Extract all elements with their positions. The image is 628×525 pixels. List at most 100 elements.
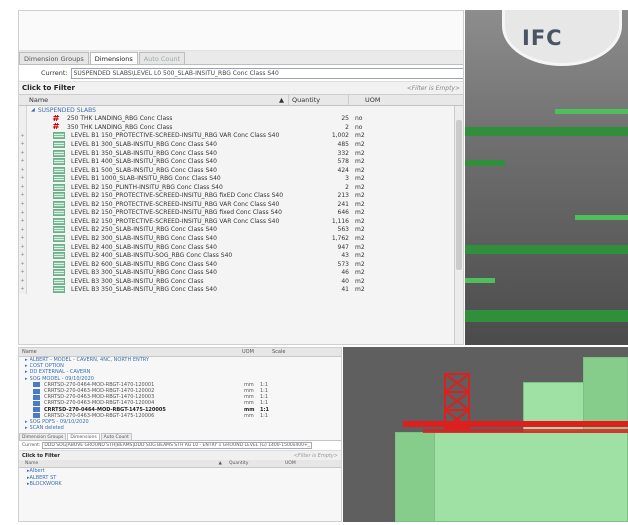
- current-label: Current:: [22, 443, 41, 449]
- filter-title: Click to Filter: [22, 84, 75, 92]
- row-name: LEVEL B2 250_SLAB-INSITU_RBG Conc Class …: [71, 226, 217, 234]
- takeoff-row[interactable]: + LEVEL B2 150_PROTECTIVE-SCREED-INSITU_R…: [19, 200, 463, 209]
- row-gutter: +: [19, 268, 27, 277]
- selected-beam: [403, 421, 628, 427]
- row-quantity: 485: [337, 140, 349, 148]
- row-quantity: 1,002: [331, 132, 349, 140]
- row-quantity: 41: [341, 286, 349, 294]
- group-label: SUSPENDED SLABS: [37, 106, 96, 114]
- expand-arrow-icon[interactable]: ▸: [25, 369, 28, 375]
- scrollbar-thumb[interactable]: [456, 120, 462, 270]
- row-name: LEVEL B2 150_PROTECTIVE-SCREED-INSITU_RB…: [71, 217, 280, 225]
- model-viewport[interactable]: IFC: [465, 10, 628, 345]
- area-slab-icon: [53, 269, 65, 277]
- row-name: LEVEL B2 300_SLAB-INSITU_RBG Conc Class …: [71, 234, 217, 242]
- current-dropdown[interactable]: SUSPENDED SLABS\LEVEL L0 500_SLAB-INSITU…: [70, 67, 463, 79]
- area-slab-icon: [53, 166, 65, 174]
- item-uom: mm: [244, 394, 254, 401]
- row-gutter: [19, 106, 27, 115]
- tree-label: ALBERT - MODEL - CAVERN, 4NC, NORTH ENTR…: [29, 357, 149, 364]
- takeoff-row[interactable]: #250 THK LANDING_RBG Conc Class 25 no: [19, 114, 463, 124]
- takeoff-rows: ◢ SUSPENDED SLABS #250 THK LANDING_RBG Co…: [19, 106, 463, 295]
- item-scale: 1:1: [260, 381, 269, 388]
- row-name: LEVEL B1 400_SLAB-INSITU_RBG Conc Class …: [71, 158, 217, 166]
- tab-auto-count[interactable]: Auto Count: [100, 433, 132, 441]
- tab-dimension-groups[interactable]: Dimension Groups: [19, 433, 67, 441]
- row-uom: m2: [355, 166, 365, 174]
- filter-bar[interactable]: Click to Filter <Filter is Empty>: [19, 82, 463, 95]
- takeoff-row[interactable]: + LEVEL B1 350_SLAB-INSITU_RBG Conc Class…: [19, 148, 463, 158]
- slab-shape: [465, 160, 505, 166]
- takeoff-row[interactable]: + LEVEL B2 150_PLINTH-INSITU_RBG Conc Cla…: [19, 182, 463, 192]
- row-uom: m2: [355, 252, 365, 260]
- current-label: Current:: [41, 69, 68, 77]
- row-gutter: +: [19, 217, 27, 226]
- takeoff-row[interactable]: + LEVEL B2 250_SLAB-INSITU_RBG Conc Class…: [19, 225, 463, 235]
- column-header-quantity[interactable]: Quantity: [289, 94, 349, 106]
- column-scale-label[interactable]: Scale: [272, 349, 285, 355]
- expand-arrow-icon[interactable]: ▸: [25, 425, 28, 431]
- takeoff-tree-row[interactable]: ▸ BLOCKWORK: [19, 481, 341, 487]
- expand-arrow-icon[interactable]: ▸: [25, 419, 28, 425]
- tree-label: CRRTSD-270-0463-MOD-RBGT-1470-120003: [44, 394, 155, 401]
- tab-auto-count[interactable]: Auto Count: [138, 52, 186, 64]
- tab-dimensions[interactable]: Dimensions: [89, 52, 138, 64]
- lower-tabs: Dimension Groups Dimensions Auto Count: [19, 432, 341, 442]
- group-row-suspended-slabs[interactable]: ◢ SUSPENDED SLABS: [19, 106, 463, 115]
- takeoff-row[interactable]: + LEVEL B2 400_SLAB-INSITU_RBG Conc Class…: [19, 242, 463, 252]
- column-name-label[interactable]: Name: [22, 349, 242, 355]
- takeoff-row[interactable]: + LEVEL B1 1000_SLAB-INSITU_RBG Conc Clas…: [19, 174, 463, 183]
- expand-arrow-icon[interactable]: ▸: [25, 357, 28, 363]
- tab-dimension-groups[interactable]: Dimension Groups: [19, 52, 89, 64]
- takeoff-row[interactable]: + LEVEL B3 300_SLAB-INSITU_RBG Conc Class…: [19, 268, 463, 277]
- takeoff-row[interactable]: + LEVEL B1 150_PROTECTIVE-SCREED-INSITU_R…: [19, 131, 463, 141]
- takeoff-row[interactable]: + LEVEL B3 300_SLAB-INSITU_RBG Conc Class…: [19, 276, 463, 286]
- column-header-name[interactable]: Name ▲: [25, 461, 225, 466]
- column-header-name[interactable]: Name ▲: [19, 94, 289, 106]
- model-group-row[interactable]: ▸ SCAN deleted: [19, 425, 341, 431]
- vertical-scrollbar[interactable]: [454, 106, 463, 344]
- row-gutter: +: [19, 208, 27, 218]
- takeoff-row[interactable]: + LEVEL B2 600_SLAB-INSITU_RBG Conc Class…: [19, 259, 463, 269]
- row-uom: m2: [355, 286, 365, 294]
- row-quantity: 1,762: [331, 234, 349, 242]
- count-hash-icon: #: [52, 123, 60, 132]
- column-uom-label[interactable]: UOM: [242, 349, 272, 355]
- takeoff-row[interactable]: + LEVEL B2 400_SLAB-INSITU-SOG_RBG Conc C…: [19, 251, 463, 260]
- row-name: LEVEL B2 400_SLAB-INSITU_RBG Conc Class …: [71, 243, 217, 251]
- row-uom: no: [355, 123, 363, 131]
- row-name: 250 THK LANDING_RBG Conc Class: [67, 115, 173, 123]
- takeoff-row[interactable]: + LEVEL B2 300_SLAB-INSITU_RBG Conc Class…: [19, 234, 463, 243]
- tree-label: COST OPTION: [29, 363, 64, 370]
- tree-label: SOG MODEL - 09/10/2020: [29, 375, 94, 382]
- collapse-arrow-icon[interactable]: ◢: [31, 107, 35, 113]
- takeoff-row[interactable]: + LEVEL B1 500_SLAB-INSITU_RBG Conc Class…: [19, 165, 463, 175]
- takeoff-row[interactable]: #350 THK LANDING_RBG Conc Class 2 no: [19, 123, 463, 132]
- area-slab-icon: [53, 226, 65, 234]
- takeoff-row[interactable]: + LEVEL B2 150_PROTECTIVE-SCREED-INSITU_R…: [19, 191, 463, 201]
- current-dropdown[interactable]: DDD SOG|ABOVE GROUND STH|BEAMS|DDD SOG B…: [42, 442, 313, 450]
- slab-shape: [465, 310, 628, 322]
- row-quantity: 332: [337, 149, 349, 157]
- area-slab-icon: [53, 209, 65, 217]
- expand-arrow-icon[interactable]: ▸: [25, 363, 28, 369]
- takeoff-row[interactable]: + LEVEL B2 150_PROTECTIVE-SCREED-INSITU_R…: [19, 208, 463, 218]
- column-header-uom[interactable]: UOM: [349, 95, 429, 106]
- takeoff-row[interactable]: + LEVEL B3 350_SLAB-INSITU_RBG Conc Class…: [19, 285, 463, 295]
- takeoff-row[interactable]: + LEVEL B1 400_SLAB-INSITU_RBG Conc Class…: [19, 157, 463, 166]
- row-uom: m2: [355, 158, 365, 166]
- tree-label: CRRTSD-270-0463-MOD-RBGT-1470-120002: [44, 388, 155, 395]
- takeoff-row[interactable]: + LEVEL B2 150_PROTECTIVE-SCREED-INSITU_R…: [19, 217, 463, 226]
- area-slab-icon: [53, 192, 65, 200]
- expand-arrow-icon[interactable]: ▸: [25, 376, 28, 382]
- column-header-quantity[interactable]: Quantity: [225, 461, 285, 466]
- takeoff-row[interactable]: + LEVEL B1 300_SLAB-INSITU_RBG Conc Class…: [19, 140, 463, 149]
- row-uom: m2: [355, 175, 365, 183]
- slab-shape: [465, 278, 495, 283]
- column-header-uom[interactable]: UOM: [285, 461, 296, 466]
- model-viewport-detail[interactable]: [343, 347, 628, 522]
- tab-dimensions[interactable]: Dimensions: [67, 433, 100, 441]
- area-slab-icon: [53, 158, 65, 166]
- row-quantity: 40: [341, 277, 349, 285]
- filter-bar[interactable]: Click to Filter <Filter is Empty>: [19, 451, 341, 461]
